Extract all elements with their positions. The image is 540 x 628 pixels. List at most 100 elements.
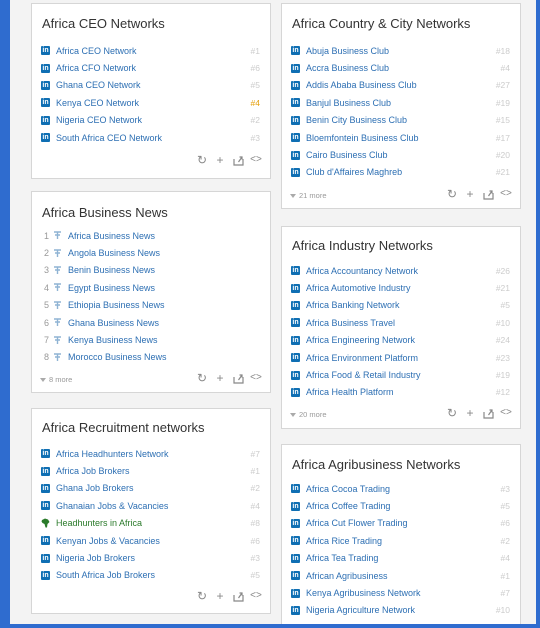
list-item[interactable]: in Nigeria Job Brokers #3 [41,549,260,566]
item-label[interactable]: Africa Tea Trading [306,553,378,563]
item-label[interactable]: Africa Job Brokers [56,466,130,476]
list-item[interactable]: in Africa Coffee Trading #5 [291,497,510,514]
list-item[interactable]: in Cairo Business Club #20 [291,146,510,163]
list-item[interactable]: Headhunters in Africa #8 [41,515,260,532]
list-item[interactable]: in Addis Ababa Business Club #27 [291,77,510,94]
item-label[interactable]: Nigeria Agriculture Network [306,605,415,615]
item-label[interactable]: Kenya CEO Network [56,98,139,108]
item-label[interactable]: Headhunters in Africa [56,518,142,528]
embed-icon[interactable]: <> [250,590,262,602]
embed-icon[interactable]: <> [250,154,262,166]
embed-icon[interactable]: <> [500,188,512,200]
list-item[interactable]: in South Africa Job Brokers #5 [41,567,260,584]
item-label[interactable]: Africa Headhunters Network [56,449,169,459]
share-icon[interactable] [482,188,494,200]
list-item[interactable]: in Banjul Business Club #19 [291,94,510,111]
list-item[interactable]: in Africa Banking Network #5 [291,297,510,314]
show-more-link[interactable]: 20 more [290,410,327,419]
list-item[interactable]: in Africa Cocoa Trading #3 [291,480,510,497]
item-label[interactable]: Bloemfontein Business Club [306,133,419,143]
item-label[interactable]: Africa Food & Retail Industry [306,370,421,380]
list-item[interactable]: in Africa Business Travel #10 [291,314,510,331]
item-label[interactable]: Kenyan Jobs & Vacancies [56,536,160,546]
list-item[interactable]: in Ghana CEO Network #5 [41,77,260,94]
refresh-icon[interactable]: ↻ [196,372,208,384]
item-label[interactable]: Banjul Business Club [306,98,391,108]
item-label[interactable]: Nigeria Job Brokers [56,553,135,563]
item-label[interactable]: Africa Automotive Industry [306,283,411,293]
list-item[interactable]: in Africa Automotive Industry #21 [291,279,510,296]
list-item[interactable]: in Africa Accountancy Network #26 [291,262,510,279]
item-label[interactable]: Ethiopia Business News [68,300,165,310]
list-item[interactable]: in Africa Engineering Network #24 [291,332,510,349]
add-icon[interactable]: + [214,590,226,602]
list-item[interactable]: in Kenya CEO Network #4 [41,94,260,111]
list-item[interactable]: in Africa Job Brokers #1 [41,462,260,479]
embed-icon[interactable]: <> [500,407,512,419]
item-label[interactable]: African Agribusiness [306,571,388,581]
list-item[interactable]: 7 Kenya Business News [41,331,260,348]
list-item[interactable]: in Africa Cut Flower Trading #6 [291,515,510,532]
list-item[interactable]: 8 Morocco Business News [41,349,260,366]
embed-icon[interactable]: <> [250,372,262,384]
list-item[interactable]: in Ghana Job Brokers #2 [41,480,260,497]
list-item[interactable]: 3 Benin Business News [41,262,260,279]
list-item[interactable]: in Africa Health Platform #12 [291,384,510,401]
list-item[interactable]: in Nigeria CEO Network #2 [41,112,260,129]
item-label[interactable]: Africa Business Travel [306,318,395,328]
item-label[interactable]: Nigeria CEO Network [56,115,142,125]
item-label[interactable]: Africa Accountancy Network [306,266,418,276]
item-label[interactable]: Club d'Affaires Maghreb [306,167,402,177]
item-label[interactable]: Kenya Business News [68,335,158,345]
item-label[interactable]: Africa Engineering Network [306,335,415,345]
list-item[interactable]: 2 Angola Business News [41,244,260,261]
share-icon[interactable] [232,590,244,602]
list-item[interactable]: in Africa CFO Network #6 [41,59,260,76]
list-item[interactable]: in Accra Business Club #4 [291,59,510,76]
item-label[interactable]: Addis Ababa Business Club [306,80,417,90]
item-label[interactable]: Ghanaian Jobs & Vacancies [56,501,168,511]
list-item[interactable]: 6 Ghana Business News [41,314,260,331]
item-label[interactable]: Africa Rice Trading [306,536,382,546]
list-item[interactable]: in African Agribusiness #1 [291,567,510,584]
item-label[interactable]: Ghana CEO Network [56,80,141,90]
refresh-icon[interactable]: ↻ [196,590,208,602]
item-label[interactable]: Africa Cut Flower Trading [306,518,408,528]
list-item[interactable]: in Nigeria Agriculture Network #10 [291,602,510,619]
item-label[interactable]: Kenya Agribusiness Network [306,588,421,598]
refresh-icon[interactable]: ↻ [446,407,458,419]
show-more-link[interactable]: 21 more [290,191,327,200]
share-icon[interactable] [232,372,244,384]
list-item[interactable]: in Africa Rice Trading #2 [291,532,510,549]
list-item[interactable]: in Kenya Agribusiness Network #7 [291,584,510,601]
item-label[interactable]: Africa Environment Platform [306,353,418,363]
list-item[interactable]: in Africa CEO Network #1 [41,42,260,59]
item-label[interactable]: Angola Business News [68,248,160,258]
show-more-link[interactable]: 8 more [40,375,72,384]
item-label[interactable]: Morocco Business News [68,352,167,362]
list-item[interactable]: in Benin City Business Club #15 [291,112,510,129]
list-item[interactable]: in Bloemfontein Business Club #17 [291,129,510,146]
item-label[interactable]: Ghana Job Brokers [56,483,134,493]
list-item[interactable]: in Africa Headhunters Network #7 [41,445,260,462]
list-item[interactable]: in Africa Environment Platform #23 [291,349,510,366]
add-icon[interactable]: + [214,154,226,166]
refresh-icon[interactable]: ↻ [196,154,208,166]
list-item[interactable]: in Africa Food & Retail Industry #19 [291,366,510,383]
list-item[interactable]: 4 Egypt Business News [41,279,260,296]
add-icon[interactable]: + [464,188,476,200]
list-item[interactable]: in Africa Tea Trading #4 [291,550,510,567]
item-label[interactable]: Africa CFO Network [56,63,136,73]
list-item[interactable]: in Abuja Business Club #18 [291,42,510,59]
item-label[interactable]: Africa Coffee Trading [306,501,390,511]
item-label[interactable]: Accra Business Club [306,63,389,73]
list-item[interactable]: in South Africa CEO Network #3 [41,129,260,146]
list-item[interactable]: 5 Ethiopia Business News [41,297,260,314]
list-item[interactable]: in Club d'Affaires Maghreb #21 [291,164,510,181]
item-label[interactable]: Africa Business News [68,231,155,241]
item-label[interactable]: Abuja Business Club [306,46,389,56]
item-label[interactable]: Benin City Business Club [306,115,407,125]
item-label[interactable]: Africa Health Platform [306,387,394,397]
item-label[interactable]: Cairo Business Club [306,150,388,160]
item-label[interactable]: Egypt Business News [68,283,155,293]
